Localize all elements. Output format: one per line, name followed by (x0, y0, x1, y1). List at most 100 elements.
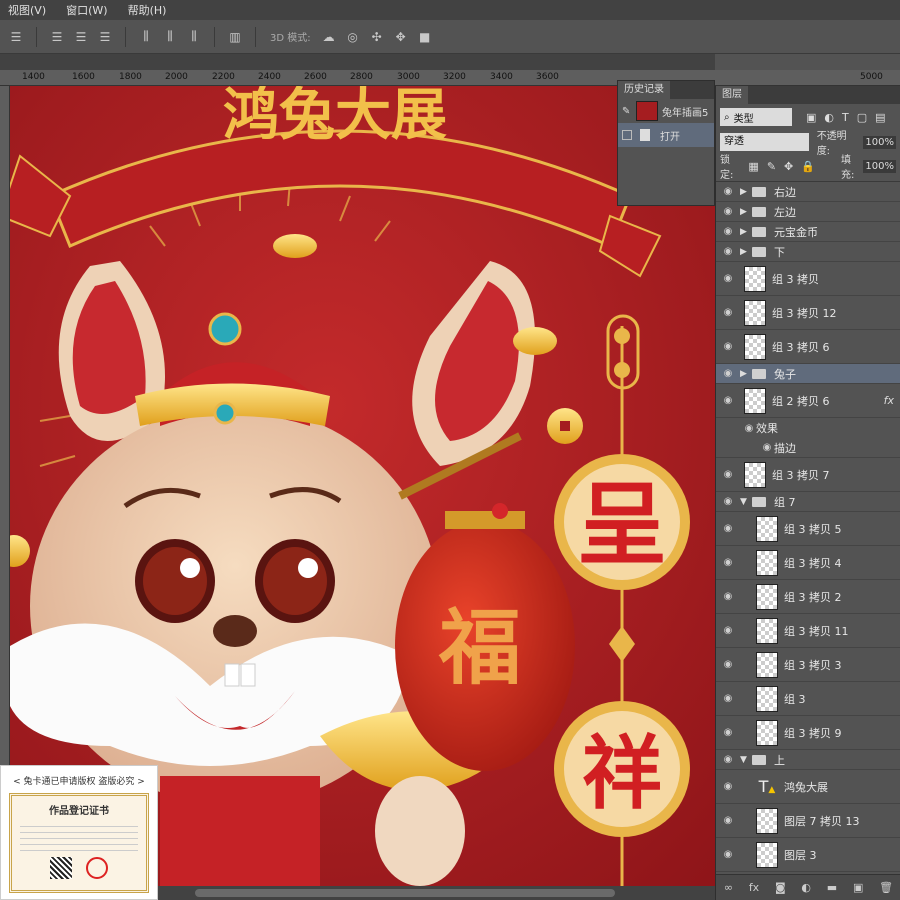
align-vertical-icon[interactable]: ☰ (49, 29, 65, 45)
eye-icon[interactable]: ◉ (716, 341, 740, 352)
scroll-thumb[interactable] (195, 889, 615, 897)
text-layer-row[interactable]: ◉ T▲ 鸿兔大展 (716, 770, 900, 804)
align-middle-icon[interactable]: ☰ (73, 29, 89, 45)
eye-icon[interactable]: ◉ (716, 815, 740, 826)
distribute-right-icon[interactable]: ⫼ (186, 29, 202, 45)
type-filter-icon[interactable]: T (842, 111, 849, 124)
fx-icon[interactable]: fx (884, 394, 894, 407)
roll-3d-icon[interactable]: ◎ (345, 29, 361, 45)
eye-icon[interactable]: ◉ (716, 496, 740, 507)
smart-filter-icon[interactable]: ▤ (875, 111, 885, 124)
layer-row[interactable]: ◉ 组 3 (716, 682, 900, 716)
layer-row[interactable]: ◉ 组 3 拷贝 4 (716, 546, 900, 580)
trash-icon[interactable]: 🗑 (879, 881, 893, 894)
eye-icon[interactable]: ◉ (716, 368, 740, 379)
eye-icon[interactable]: ◉ (716, 226, 740, 237)
eye-icon[interactable]: ◉ (716, 523, 740, 534)
expand-arrow-icon[interactable]: ▶ (740, 187, 752, 197)
layer-row[interactable]: ◉ 组 3 拷贝 7 (716, 458, 900, 492)
eye-icon[interactable]: ◉ (716, 557, 740, 568)
menu-help[interactable]: 帮助(H) (128, 2, 167, 18)
layer-group-open[interactable]: ◉ ▼ 组 7 (716, 492, 900, 512)
layer-row[interactable]: ◉ 图层 7 拷贝 13 (716, 804, 900, 838)
ruler-label: 1800 (119, 72, 142, 82)
history-step[interactable]: 打开 (618, 123, 714, 147)
eye-icon[interactable]: ◉ (716, 206, 740, 217)
layer-group-open[interactable]: ◉ ▼ 上 (716, 750, 900, 770)
expand-arrow-icon[interactable]: ▶ (740, 247, 752, 257)
eye-icon[interactable]: ◉ (716, 659, 740, 670)
adjustment-icon[interactable]: ◐ (801, 881, 811, 894)
eye-icon[interactable]: ◉ (716, 591, 740, 602)
eye-icon[interactable]: ◉ (716, 395, 740, 406)
scale-3d-icon[interactable]: ■ (417, 29, 433, 45)
new-group-icon[interactable]: ▬ (827, 881, 837, 894)
expand-arrow-icon[interactable]: ▶ (740, 369, 752, 379)
lock-move-icon[interactable]: ✥ (784, 160, 793, 173)
eye-icon[interactable]: ◉ (716, 469, 740, 480)
mask-icon[interactable]: ◙ (775, 881, 786, 894)
pixel-filter-icon[interactable]: ▣ (806, 111, 816, 124)
layer-row[interactable]: ◉ 组 3 拷贝 (716, 262, 900, 296)
shape-filter-icon[interactable]: ▢ (857, 111, 867, 124)
align-top-icon[interactable]: ☰ (8, 29, 24, 45)
collapse-arrow-icon[interactable]: ▼ (740, 497, 752, 507)
eye-icon[interactable]: ◉ (716, 246, 740, 257)
eye-icon[interactable]: ◉ (716, 273, 740, 284)
distribute-left-icon[interactable]: ⫼ (138, 29, 154, 45)
layer-row[interactable]: ◉ 组 3 拷贝 5 (716, 512, 900, 546)
layer-row[interactable]: ◉ 组 3 拷贝 2 (716, 580, 900, 614)
layer-group[interactable]: ◉ ▶ 右边 (716, 182, 900, 202)
layer-row[interactable]: ◉ 组 2 拷贝 6 fx (716, 384, 900, 418)
eye-icon[interactable]: ◉ (760, 442, 774, 453)
layer-row[interactable]: ◉ 图层 3 (716, 838, 900, 872)
layers-tab[interactable]: 图层 (716, 86, 748, 104)
history-snapshot[interactable]: ✎ 兔年插画5 (618, 99, 714, 123)
effect-name: 描边 (774, 441, 796, 455)
eye-icon[interactable]: ◉ (716, 727, 740, 738)
layer-group[interactable]: ◉ ▶ 元宝金币 (716, 222, 900, 242)
new-layer-icon[interactable]: ▣ (853, 881, 863, 894)
align-bottom-icon[interactable]: ☰ (97, 29, 113, 45)
eye-icon[interactable]: ◉ (716, 781, 740, 792)
drag-3d-icon[interactable]: ✣ (369, 29, 385, 45)
lock-all-icon[interactable]: 🔒 (801, 160, 815, 173)
effects-row[interactable]: ◉ 效果 (716, 418, 900, 438)
expand-arrow-icon[interactable]: ▶ (740, 207, 752, 217)
eye-icon[interactable]: ◉ (716, 186, 740, 197)
menu-window[interactable]: 窗口(W) (66, 2, 107, 18)
eye-icon[interactable]: ◉ (716, 307, 740, 318)
rotate-3d-icon[interactable]: ☁ (321, 29, 337, 45)
layer-row[interactable]: ◉ 组 3 拷贝 11 (716, 614, 900, 648)
layer-group[interactable]: ◉ ▶ 左边 (716, 202, 900, 222)
history-tab[interactable]: 历史记录 (618, 81, 670, 99)
blend-mode-select[interactable]: 穿透 (720, 133, 809, 151)
layer-row[interactable]: ◉ 组 3 拷贝 9 (716, 716, 900, 750)
opacity-input[interactable]: 100% (863, 135, 896, 149)
distribute-center-icon[interactable]: ⫼ (162, 29, 178, 45)
step-checkbox[interactable] (622, 130, 632, 140)
menu-view[interactable]: 视图(V) (8, 2, 46, 18)
lock-paint-icon[interactable]: ✎ (767, 160, 776, 173)
filter-select[interactable]: ⌕ 类型 (720, 108, 792, 126)
eye-icon[interactable]: ◉ (716, 693, 740, 704)
eye-icon[interactable]: ◉ (716, 625, 740, 636)
layer-row[interactable]: ◉ 组 3 拷贝 12 (716, 296, 900, 330)
collapse-arrow-icon[interactable]: ▼ (740, 755, 752, 765)
link-icon[interactable]: ∞ (724, 881, 733, 894)
layer-group-selected[interactable]: ◉ ▶ 兔子 (716, 364, 900, 384)
slide-3d-icon[interactable]: ✥ (393, 29, 409, 45)
layer-group[interactable]: ◉ ▶ 下 (716, 242, 900, 262)
eye-icon[interactable]: ◉ (716, 754, 740, 765)
fx-icon[interactable]: fx (749, 881, 759, 894)
expand-arrow-icon[interactable]: ▶ (740, 227, 752, 237)
fill-input[interactable]: 100% (863, 159, 896, 173)
eye-icon[interactable]: ◉ (716, 849, 740, 860)
lock-pixels-icon[interactable]: ▦ (748, 160, 758, 173)
layer-row[interactable]: ◉ 组 3 拷贝 3 (716, 648, 900, 682)
adjust-filter-icon[interactable]: ◐ (824, 111, 834, 124)
effect-stroke-row[interactable]: ◉ 描边 (716, 438, 900, 458)
eye-icon[interactable]: ◉ (742, 423, 756, 434)
layer-row[interactable]: ◉ 组 3 拷贝 6 (716, 330, 900, 364)
auto-align-icon[interactable]: ▥ (227, 29, 243, 45)
